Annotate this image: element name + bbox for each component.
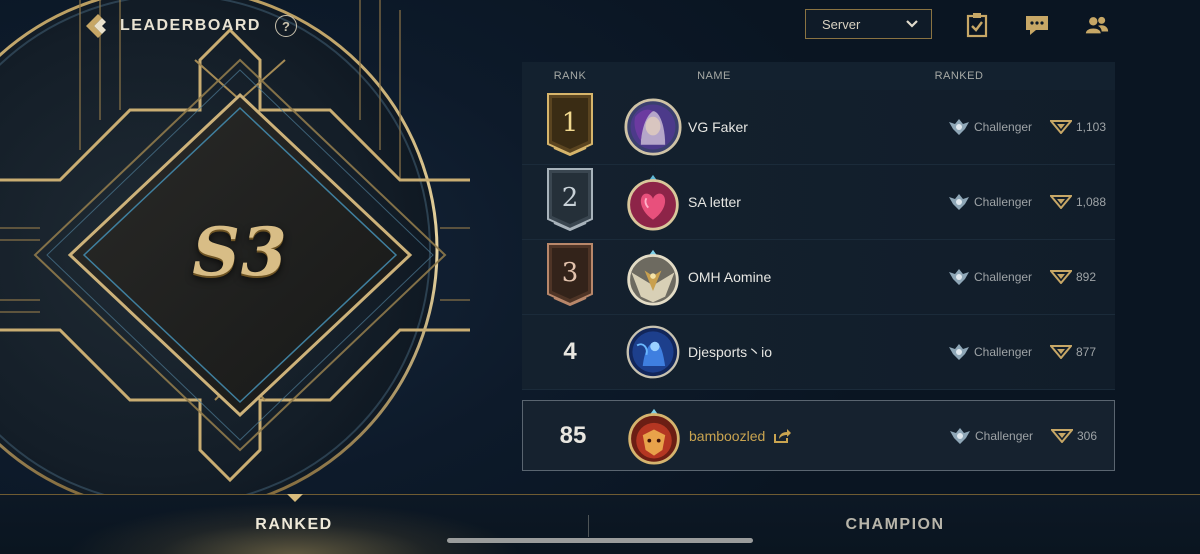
challenger-crest-icon [949, 119, 969, 135]
server-dropdown-label: Server [822, 16, 861, 32]
back-chevron-icon[interactable] [84, 12, 112, 40]
challenger-crest-icon [949, 194, 969, 210]
avatar [628, 408, 680, 465]
column-rank: RANK [553, 70, 587, 82]
points-value: 1,103 [1076, 120, 1107, 134]
avatar [624, 98, 682, 156]
tab-ranked-label: RANKED [255, 516, 333, 533]
points-value: 306 [1077, 428, 1098, 443]
chat-icon[interactable] [1024, 12, 1050, 38]
help-icon[interactable]: ? [274, 15, 297, 37]
avatar-cell [618, 240, 688, 314]
rank-number: 2 [561, 183, 579, 213]
challenger-crest-icon [949, 269, 969, 285]
tier-cell: Challenger [949, 427, 1049, 445]
tier-label: Challenger [974, 195, 1033, 209]
points-cell: 1,103 [1050, 120, 1106, 134]
points-value: 1,088 [1076, 195, 1107, 209]
avatar-cell [619, 401, 689, 470]
ranked-points-icon [1050, 120, 1072, 134]
friends-icon[interactable] [1084, 12, 1110, 38]
avatar [627, 174, 679, 231]
table-row[interactable]: 1 VG Faker Challenger 1,103 [522, 90, 1115, 165]
rank-number: 1 [561, 108, 579, 138]
column-ranked: RANKED [934, 70, 984, 82]
tab-ranked[interactable]: RANKED [0, 495, 588, 554]
player-name: Djesports丶io [688, 344, 773, 360]
tab-divider [588, 515, 589, 537]
ranked-points-icon [1050, 270, 1072, 284]
rank-cell: 4 [522, 315, 618, 389]
leaderboard-table: RANK NAME RANKED 1 VG Faker Challenger 1… [522, 62, 1115, 471]
player-name-self: bamboozled [689, 428, 929, 444]
tier-label: Challenger [974, 270, 1033, 284]
rank-number: 4 [563, 338, 577, 365]
points-cell: 1,088 [1050, 195, 1106, 209]
player-name: VG Faker [688, 119, 748, 135]
tier-cell: Challenger [948, 193, 1048, 211]
ranked-points-icon [1050, 195, 1072, 209]
share-icon[interactable] [773, 428, 792, 444]
points-cell: 877 [1050, 345, 1096, 359]
table-row[interactable]: 3 OMH Aomine Challenger 892 [522, 240, 1115, 315]
table-row[interactable]: 4 Djesports丶io Challenger 877 [522, 315, 1115, 390]
server-dropdown[interactable]: Server [805, 9, 932, 39]
player-name: OMH Aomine [688, 269, 772, 285]
ranked-points-icon [1051, 428, 1073, 443]
avatar [626, 325, 680, 379]
avatar [627, 249, 679, 306]
page-title: LEADERBOARD [120, 17, 261, 34]
header: LEADERBOARD ? [84, 12, 297, 40]
bottom-tab-bar: RANKED CHAMPION [0, 494, 1200, 554]
rank-cell: 3 [522, 240, 618, 314]
missions-icon[interactable] [964, 12, 990, 38]
self-player-name: bamboozled [689, 427, 766, 444]
points-value: 877 [1076, 345, 1097, 359]
points-cell: 892 [1050, 270, 1096, 284]
tier-label: Challenger [974, 120, 1033, 134]
avatar-cell [618, 315, 688, 389]
challenger-crest-icon [949, 344, 969, 360]
ranked-points-icon [1050, 345, 1072, 359]
table-header: RANK NAME RANKED [522, 62, 1115, 90]
tier-cell: Challenger [948, 118, 1048, 136]
avatar-cell [618, 90, 688, 164]
season-label: S3 [192, 213, 288, 291]
rank-cell: 1 [522, 90, 618, 164]
avatar-cell [618, 165, 688, 239]
challenger-crest-icon [950, 427, 970, 444]
rank-cell: 85 [523, 401, 619, 470]
table-row[interactable]: 2 SA letter Challenger 1,088 [522, 165, 1115, 240]
player-name: SA letter [688, 194, 741, 210]
home-indicator[interactable] [447, 538, 753, 543]
rank-number: 3 [561, 258, 579, 288]
rank-number: 85 [559, 421, 587, 449]
tier-cell: Challenger [948, 268, 1048, 286]
tier-label: Challenger [975, 428, 1034, 443]
chevron-down-icon [906, 20, 918, 28]
tier-label: Challenger [974, 345, 1033, 359]
self-rank-row[interactable]: 85 bamboozled Challenger 306 [522, 400, 1115, 471]
column-name: NAME [697, 70, 731, 82]
season-emblem: S3 [0, 0, 470, 500]
points-cell: 306 [1051, 428, 1098, 443]
rank-cell: 2 [522, 165, 618, 239]
tier-cell: Challenger [948, 343, 1048, 361]
tab-champion-label: CHAMPION [845, 516, 945, 533]
tab-champion[interactable]: CHAMPION [590, 495, 1200, 554]
points-value: 892 [1076, 270, 1097, 284]
